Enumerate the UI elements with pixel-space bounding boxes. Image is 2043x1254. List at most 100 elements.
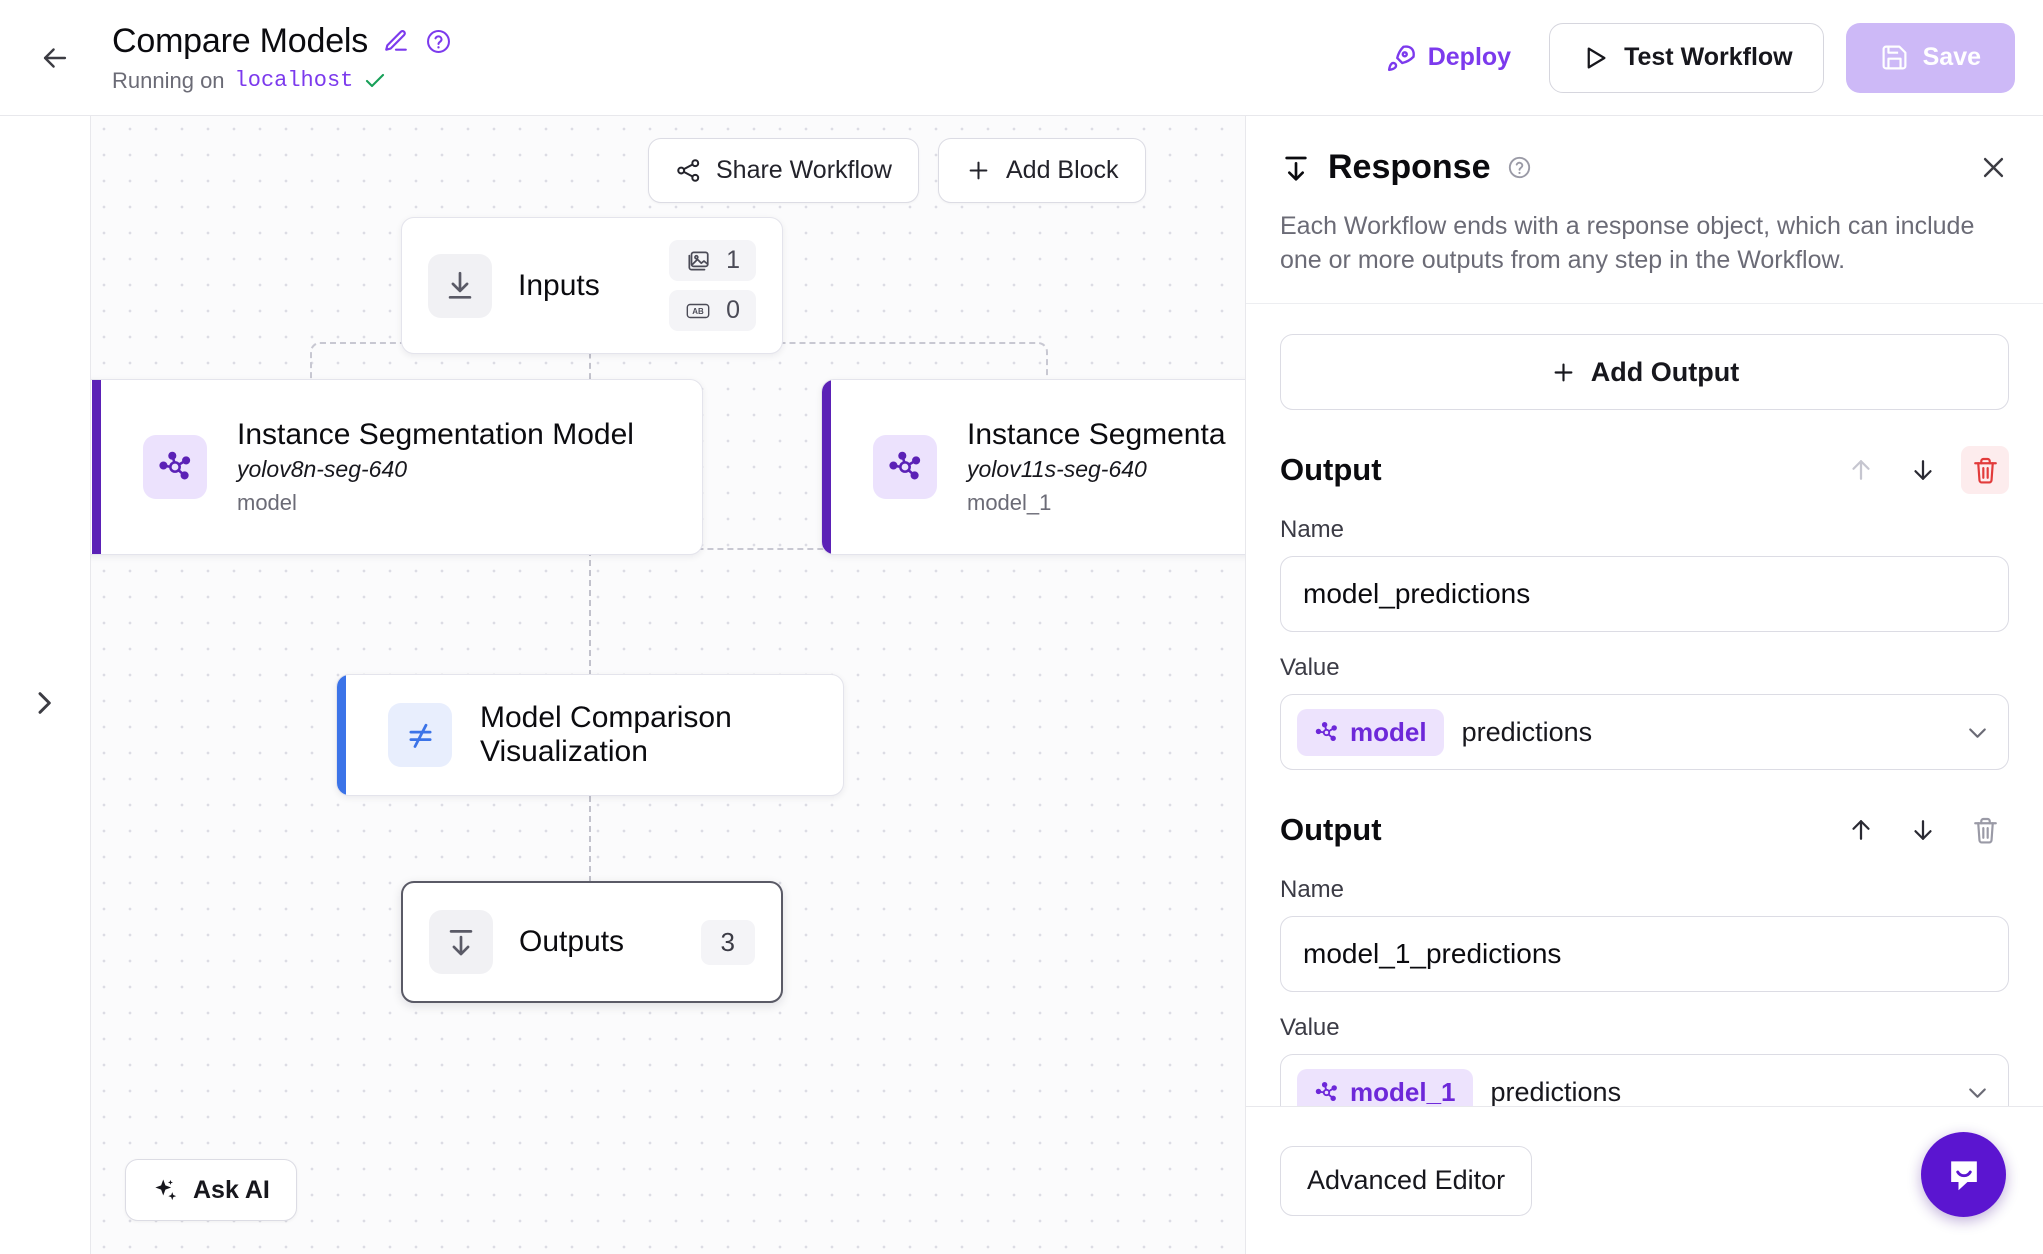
not-equal-icon [388,703,452,767]
output-header: Output [1280,446,2009,494]
node-comparison-title: Model Comparison Visualization [480,701,732,768]
share-workflow-label: Share Workflow [716,156,892,184]
top-bar: Compare Models Running on localhost Depl… [0,0,2043,116]
edge-group-to-compare [589,550,591,676]
test-workflow-label: Test Workflow [1624,43,1793,71]
top-actions: Deploy Test Workflow Save [1370,22,2043,93]
node-model-1-title: Instance Segmenta [967,418,1226,451]
floppy-disk-icon [1880,43,1909,72]
rocket-icon [1386,43,1416,73]
delete-output-button[interactable] [1961,446,2009,494]
panel-header: Response Each Workflow ends with a respo… [1246,116,2043,304]
value-label: Value [1280,1014,1340,1041]
ask-ai-label: Ask AI [193,1175,270,1204]
node-model-1-id: model_1 [967,490,1052,515]
model-graph-icon [1314,1080,1339,1105]
node-outputs-title: Outputs [519,925,625,958]
add-output-label: Add Output [1590,356,1740,387]
value-label: Value [1280,654,1340,681]
upload-arrow-down-icon [429,910,493,974]
badge-images: 1 [669,240,756,281]
output-value-select[interactable]: model predictions [1280,694,2009,770]
response-panel: Response Each Workflow ends with a respo… [1245,116,2043,1254]
share-nodes-icon [675,157,702,184]
node-inputs[interactable]: Inputs 1 AB 0 [401,217,783,354]
question-circle-icon[interactable] [424,27,452,55]
chevron-down-icon[interactable] [1963,1078,1992,1107]
output-name-input[interactable] [1280,556,2009,632]
node-outputs[interactable]: Outputs 3 [401,881,783,1003]
name-label: Name [1280,516,1345,543]
move-down-button[interactable] [1899,446,1947,494]
plus-icon [1550,359,1577,386]
pencil-icon[interactable] [382,27,410,55]
save-label: Save [1922,43,1981,71]
node-model-1-accent [822,380,831,554]
model-graph-icon [1314,720,1339,745]
move-down-button[interactable] [1899,806,1947,854]
workflow-builder-app: Compare Models Running on localhost Depl… [0,0,2043,1254]
model-graph-icon [143,435,207,499]
node-model-accent [92,380,101,554]
ask-ai-button[interactable]: Ask AI [125,1159,297,1221]
value-source-label: model [1350,716,1427,747]
node-model[interactable]: Instance Segmentation Model yolov8n-seg-… [91,379,703,555]
move-up-button[interactable] [1837,446,1885,494]
save-button[interactable]: Save [1845,22,2015,93]
node-model-id: model [237,490,297,515]
node-model-title: Instance Segmentation Model [237,418,634,451]
panel-header-row: Response [1280,148,2009,187]
output-section-label: Output [1280,812,1382,847]
chevron-right-icon [28,687,60,719]
output-section-label: Output [1280,452,1382,487]
svg-text:AB: AB [692,307,704,316]
add-output-button[interactable]: Add Output [1280,334,2009,410]
deploy-label: Deploy [1427,43,1512,71]
deploy-button[interactable]: Deploy [1370,33,1527,83]
workflow-canvas[interactable]: Share Workflow Add Block Inputs 1 AB 0 I… [91,116,1245,1254]
chat-widget-button[interactable] [1921,1132,2006,1217]
plus-icon [965,157,992,184]
output-value-text: predictions [1490,1076,1622,1107]
response-arrow-icon [1280,152,1312,184]
output-name-input[interactable] [1280,916,2009,992]
page-title: Compare Models [112,21,369,60]
question-circle-icon[interactable] [1507,155,1532,180]
status-prefix: Running on [112,67,225,93]
delete-output-button[interactable] [1961,806,2009,854]
check-icon [363,69,387,93]
status-row: Running on localhost [112,68,452,94]
canvas-toolbar: Share Workflow Add Block [648,138,1146,203]
add-block-button[interactable]: Add Block [938,138,1146,203]
output-item: Output Name Value [1280,806,2009,1130]
node-inputs-title: Inputs [518,268,600,302]
host-name: localhost [234,68,354,93]
share-workflow-button[interactable]: Share Workflow [648,138,919,203]
badge-params: AB 0 [669,290,756,331]
badge-params-count: 0 [726,296,740,324]
node-model-text: Instance Segmentation Model yolov8n-seg-… [237,418,634,516]
output-value-text: predictions [1461,716,1593,747]
title-block: Compare Models Running on localhost [112,22,452,94]
advanced-editor-button[interactable]: Advanced Editor [1280,1145,1533,1216]
close-icon[interactable] [1978,152,2009,183]
test-workflow-button[interactable]: Test Workflow [1549,22,1824,93]
back-button[interactable] [26,29,84,87]
image-icon [685,248,711,274]
ab-text-icon: AB [685,298,711,324]
chat-bubble-icon [1942,1153,1986,1197]
model-graph-icon [873,435,937,499]
title-row: Compare Models [112,22,452,61]
sidebar-expand-button[interactable] [22,681,66,725]
panel-title: Response [1328,148,1491,186]
name-label: Name [1280,876,1345,903]
chevron-down-icon[interactable] [1963,718,1992,747]
badge-images-count: 1 [726,246,740,274]
value-source-chip: model [1297,708,1444,756]
left-rail [0,116,91,1254]
node-model-1[interactable]: Instance Segmenta yolov11s-seg-640 model… [821,379,1245,555]
panel-body: Add Output Output Name model_predictions… [1246,304,2043,1134]
output-tools [1837,806,2009,854]
node-comparison[interactable]: Model Comparison Visualization [336,674,844,796]
move-up-button[interactable] [1837,806,1885,854]
